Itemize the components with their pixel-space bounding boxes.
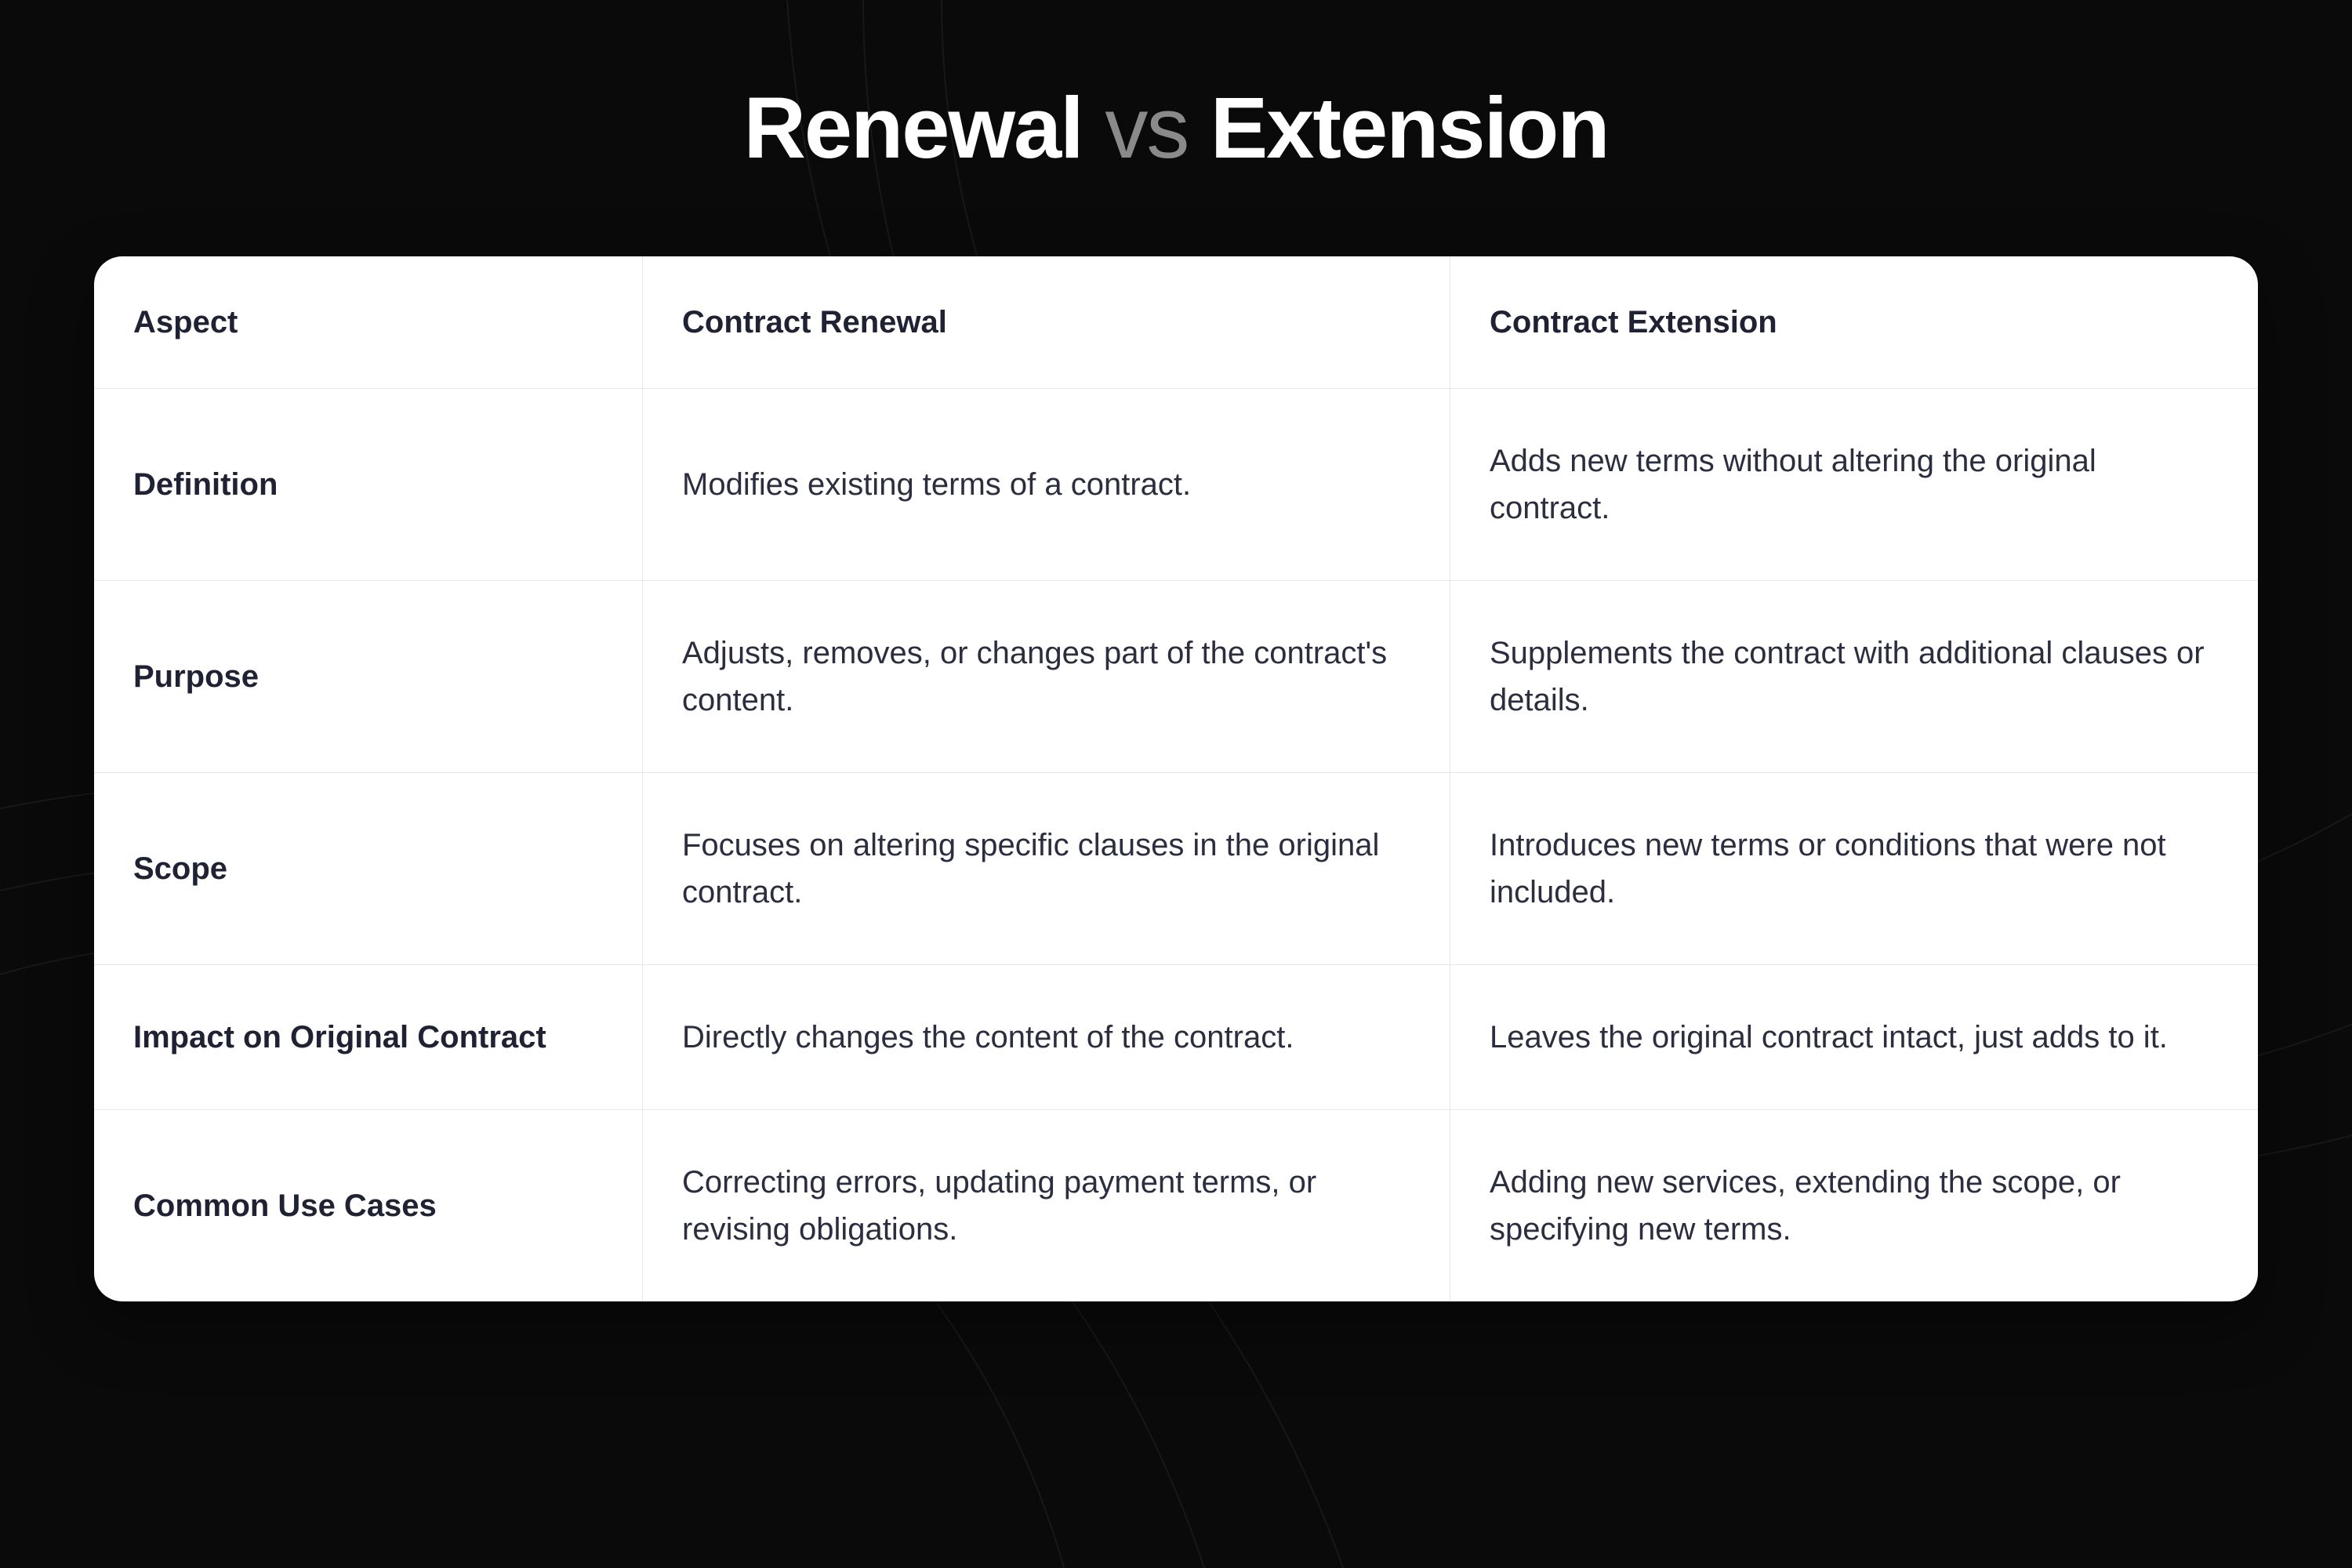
extension-value: Leaves the original contract intact, jus… (1450, 965, 2258, 1109)
aspect-label: Common Use Cases (94, 1110, 643, 1301)
renewal-value: Correcting errors, updating payment term… (643, 1110, 1450, 1301)
page-title: Renewal vs Extension (94, 78, 2258, 178)
renewal-value: Directly changes the content of the cont… (643, 965, 1450, 1109)
table-row: Impact on Original Contract Directly cha… (94, 965, 2258, 1110)
extension-value: Introduces new terms or conditions that … (1450, 773, 2258, 964)
extension-value: Supplements the contract with additional… (1450, 581, 2258, 772)
extension-value: Adds new terms without altering the orig… (1450, 389, 2258, 580)
title-vs: vs (1105, 80, 1188, 176)
header-extension: Contract Extension (1450, 256, 2258, 388)
aspect-label: Purpose (94, 581, 643, 772)
aspect-label: Impact on Original Contract (94, 965, 643, 1109)
renewal-value: Modifies existing terms of a contract. (643, 389, 1450, 580)
renewal-value: Focuses on altering specific clauses in … (643, 773, 1450, 964)
comparison-table: Aspect Contract Renewal Contract Extensi… (94, 256, 2258, 1301)
header-renewal: Contract Renewal (643, 256, 1450, 388)
title-left: Renewal (743, 80, 1082, 176)
table-row: Purpose Adjusts, removes, or changes par… (94, 581, 2258, 773)
aspect-label: Scope (94, 773, 643, 964)
table-header-row: Aspect Contract Renewal Contract Extensi… (94, 256, 2258, 389)
table-row: Common Use Cases Correcting errors, upda… (94, 1110, 2258, 1301)
title-right: Extension (1210, 80, 1609, 176)
header-aspect: Aspect (94, 256, 643, 388)
table-row: Definition Modifies existing terms of a … (94, 389, 2258, 581)
extension-value: Adding new services, extending the scope… (1450, 1110, 2258, 1301)
content-container: Renewal vs Extension Aspect Contract Ren… (0, 0, 2352, 1380)
table-row: Scope Focuses on altering specific claus… (94, 773, 2258, 965)
renewal-value: Adjusts, removes, or changes part of the… (643, 581, 1450, 772)
aspect-label: Definition (94, 389, 643, 580)
